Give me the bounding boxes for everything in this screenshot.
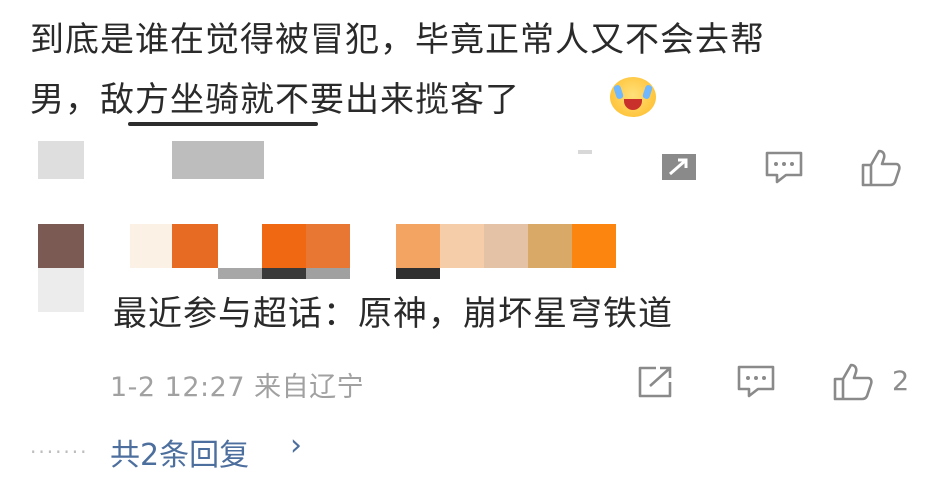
divider-dots: ······· [30,440,89,464]
redacted-badge-5 [572,224,616,268]
comment-line-1: 到底是谁在觉得被冒犯，毕竟正常人又不会去帮 [30,20,765,60]
redacted-username-top [172,141,264,179]
redacted-name-block-3 [262,224,306,268]
redacted-avatar-top [38,141,84,179]
redacted-badge-3 [484,224,528,268]
view-replies-link[interactable]: 共2条回复 [110,430,249,474]
comment-icon[interactable] [764,150,804,186]
redacted-name-underline-1 [218,268,262,279]
text-underline-divider [128,122,318,126]
like-icon[interactable] [832,362,874,402]
redacted-name-underline-2 [262,268,306,279]
redacted-badge-1 [396,224,440,268]
redacted-fragment [578,150,592,154]
comment-icon[interactable] [736,364,776,400]
like-count: 2 [892,366,910,397]
timestamp-location: 1-2 12:27 来自辽宁 [110,372,365,403]
share-icon[interactable] [660,150,700,184]
super-topic-text: 最近参与超话：原神，崩坏星穹铁道 [113,294,673,334]
laughing-tears-emoji-icon [610,77,656,117]
comment-text: 到底是谁在觉得被冒犯，毕竟正常人又不会去帮 男，敌方坐骑就不要出来揽客了 [30,10,920,130]
redacted-name-block-4 [306,224,350,268]
redacted-name-underline-3 [306,268,350,279]
comment-line-2: 男，敌方坐骑就不要出来揽客了 [30,80,520,120]
redacted-badge-4 [528,224,572,268]
redacted-name-block-1 [130,224,172,268]
redacted-badge-2 [440,224,484,268]
redacted-badge-underline [396,268,440,279]
like-icon[interactable] [860,148,902,188]
redacted-avatar-reply [38,224,84,268]
redacted-avatar-reply-lower [38,268,84,312]
chevron-right-icon[interactable]: › [290,428,302,463]
redacted-name-block-2 [172,224,218,268]
share-icon[interactable] [636,364,676,400]
